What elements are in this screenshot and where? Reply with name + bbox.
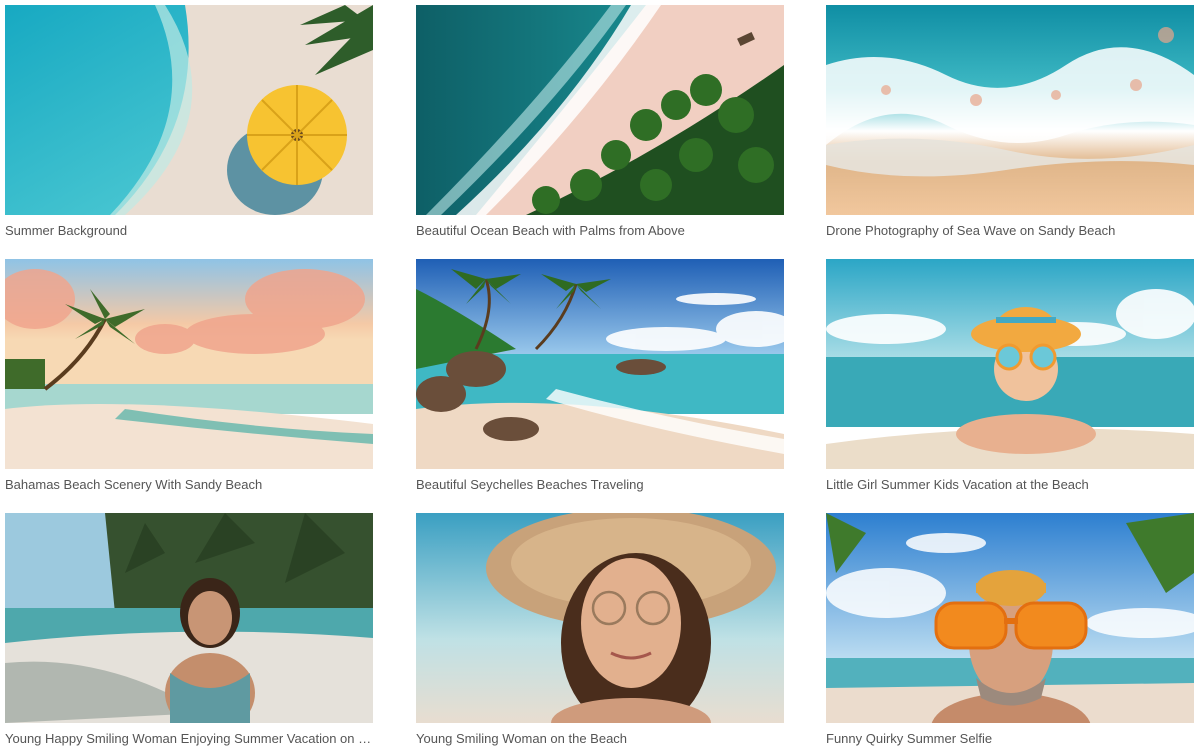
gallery-caption[interactable]: Young Happy Smiling Woman Enjoying Summe… — [5, 731, 373, 747]
gallery-thumbnail[interactable] — [5, 259, 373, 469]
gallery-caption[interactable]: Little Girl Summer Kids Vacation at the … — [826, 477, 1194, 493]
gallery-caption[interactable]: Summer Background — [5, 223, 373, 239]
image-gallery: Summer Background Beautiful Ocean Beach … — [0, 0, 1198, 755]
gallery-card[interactable]: Drone Photography of Sea Wave on Sandy B… — [826, 5, 1194, 245]
gallery-caption[interactable]: Funny Quirky Summer Selfie — [826, 731, 1194, 747]
gallery-card[interactable]: Funny Quirky Summer Selfie — [826, 513, 1194, 753]
gallery-thumbnail[interactable] — [5, 513, 373, 723]
gallery-card[interactable]: Summer Background — [5, 5, 373, 245]
gallery-caption[interactable]: Young Smiling Woman on the Beach — [416, 731, 784, 747]
man-orange-glasses-selfie-image — [826, 513, 1194, 723]
gallery-card[interactable]: Young Smiling Woman on the Beach — [416, 513, 784, 753]
gallery-card[interactable]: Beautiful Ocean Beach with Palms from Ab… — [416, 5, 784, 245]
gallery-caption[interactable]: Bahamas Beach Scenery With Sandy Beach — [5, 477, 373, 493]
ocean-palms-aerial-image — [416, 5, 784, 215]
gallery-caption[interactable]: Drone Photography of Sea Wave on Sandy B… — [826, 223, 1194, 239]
gallery-caption[interactable]: Beautiful Seychelles Beaches Traveling — [416, 477, 784, 493]
gallery-thumbnail[interactable] — [826, 513, 1194, 723]
gallery-thumbnail[interactable] — [416, 259, 784, 469]
gallery-card[interactable]: Beautiful Seychelles Beaches Traveling — [416, 259, 784, 499]
woman-tropical-beach-image — [5, 513, 373, 723]
sea-wave-aerial-image — [826, 5, 1194, 215]
gallery-thumbnail[interactable] — [5, 5, 373, 215]
gallery-caption[interactable]: Beautiful Ocean Beach with Palms from Ab… — [416, 223, 784, 239]
woman-straw-hat-image — [416, 513, 784, 723]
beach-umbrella-aerial-image — [5, 5, 373, 215]
seychelles-beach-image — [416, 259, 784, 469]
gallery-thumbnail[interactable] — [826, 259, 1194, 469]
gallery-thumbnail[interactable] — [416, 5, 784, 215]
gallery-card[interactable]: Little Girl Summer Kids Vacation at the … — [826, 259, 1194, 499]
girl-sunglasses-beach-image — [826, 259, 1194, 469]
sunset-palm-beach-image — [5, 259, 373, 469]
gallery-thumbnail[interactable] — [416, 513, 784, 723]
gallery-card[interactable]: Young Happy Smiling Woman Enjoying Summe… — [5, 513, 373, 753]
gallery-thumbnail[interactable] — [826, 5, 1194, 215]
gallery-card[interactable]: Bahamas Beach Scenery With Sandy Beach — [5, 259, 373, 499]
